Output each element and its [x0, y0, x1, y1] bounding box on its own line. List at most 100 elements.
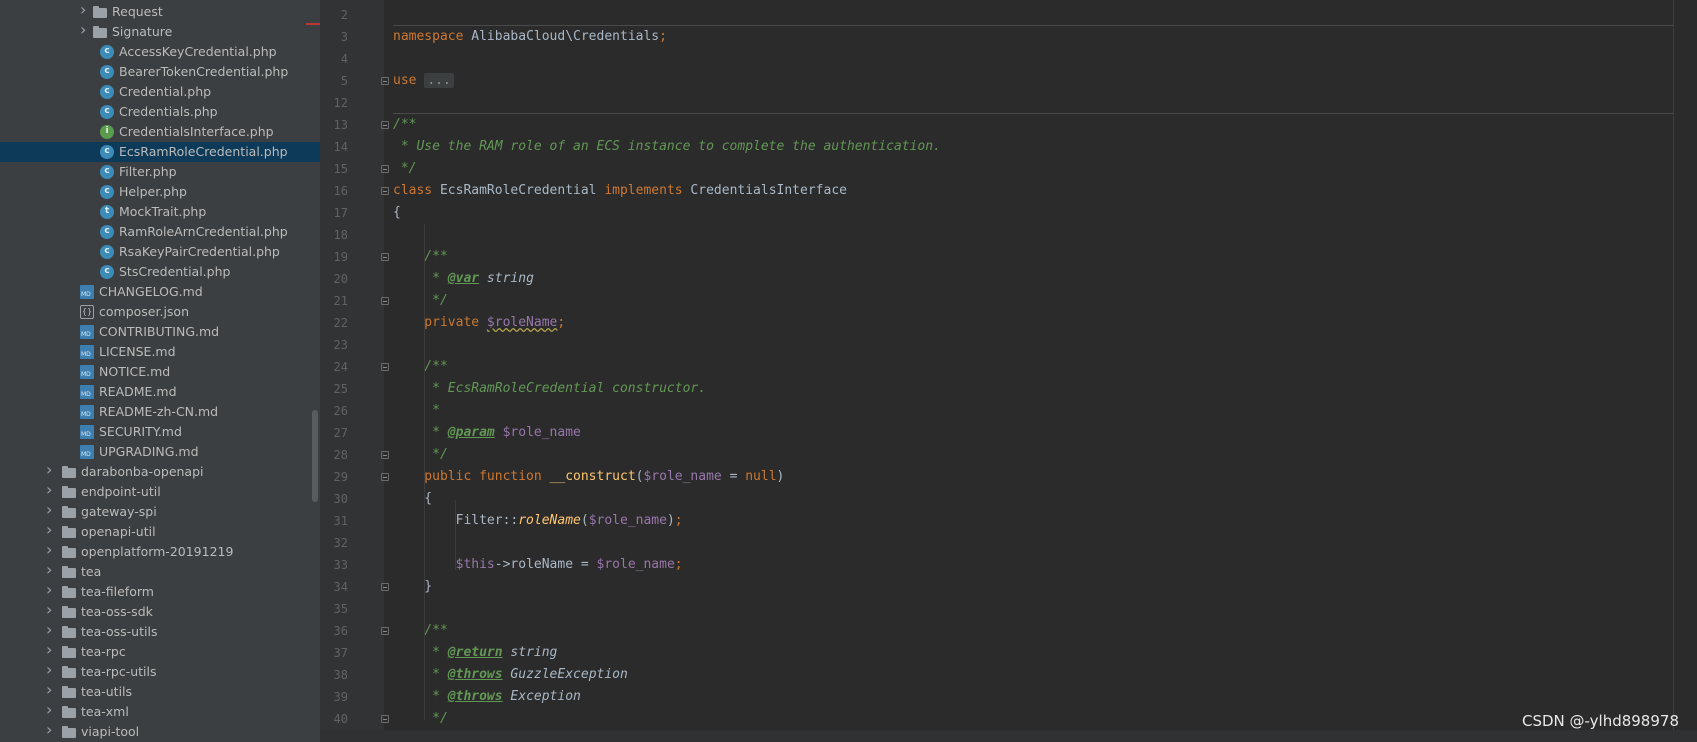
line-number: 20	[333, 272, 348, 286]
code-line[interactable]: * EcsRamRoleCredential constructor.	[393, 378, 706, 400]
tree-item[interactable]: c Credentials.php	[0, 102, 320, 122]
fold-toggle-icon[interactable]	[381, 715, 389, 723]
code-line[interactable]: */	[393, 290, 448, 312]
chevron-right-icon[interactable]: ›	[46, 462, 56, 478]
chevron-right-icon[interactable]: ›	[46, 522, 56, 538]
code-line[interactable]: *	[393, 400, 440, 422]
tree-item[interactable]: › endpoint-util	[0, 482, 320, 502]
horizontal-scrollbar[interactable]	[320, 730, 1697, 742]
tree-item[interactable]: › gateway-spi	[0, 502, 320, 522]
code-line[interactable]: private $roleName;	[393, 312, 565, 334]
tree-item[interactable]: › viapi-tool	[0, 722, 320, 742]
tree-item[interactable]: c Helper.php	[0, 182, 320, 202]
code-line[interactable]: * @var string	[393, 268, 534, 290]
fold-toggle-icon[interactable]	[381, 253, 389, 261]
folder-icon	[62, 625, 76, 639]
chevron-right-icon[interactable]: ›	[46, 602, 56, 618]
chevron-right-icon[interactable]: ›	[46, 542, 56, 558]
chevron-right-icon[interactable]: ›	[46, 502, 56, 518]
code-line[interactable]: }	[393, 576, 432, 598]
code-line[interactable]: use ...	[393, 70, 454, 92]
tree-item[interactable]: UPGRADING.md	[0, 442, 320, 462]
chevron-right-icon[interactable]: ›	[46, 642, 56, 658]
tree-item[interactable]: › openapi-util	[0, 522, 320, 542]
tree-item[interactable]: c Filter.php	[0, 162, 320, 182]
code-line[interactable]: */	[393, 444, 448, 466]
fold-toggle-icon[interactable]	[381, 363, 389, 371]
tree-item[interactable]: README-zh-CN.md	[0, 402, 320, 422]
tree-item[interactable]: t MockTrait.php	[0, 202, 320, 222]
code-line[interactable]: public function __construct($role_name =…	[393, 466, 784, 488]
tree-item[interactable]: c EcsRamRoleCredential.php	[0, 142, 320, 162]
project-tree-scrollbar[interactable]	[312, 410, 318, 502]
fold-toggle-icon[interactable]	[381, 165, 389, 173]
tree-item[interactable]: › openplatform-20191219	[0, 542, 320, 562]
fold-toggle-icon[interactable]	[381, 583, 389, 591]
tree-item[interactable]: › darabonba-openapi	[0, 462, 320, 482]
code-line[interactable]: /**	[393, 356, 448, 378]
code-token: @var	[447, 271, 480, 286]
fold-toggle-icon[interactable]	[381, 121, 389, 129]
chevron-right-icon[interactable]: ›	[46, 622, 56, 638]
php-class-icon: c	[100, 145, 114, 159]
tree-item[interactable]: c RsaKeyPairCredential.php	[0, 242, 320, 262]
tree-item[interactable]: c StsCredential.php	[0, 262, 320, 282]
tree-item[interactable]: › tea-fileform	[0, 582, 320, 602]
tree-item[interactable]: c AccessKeyCredential.php	[0, 42, 320, 62]
tree-item[interactable]: c BearerTokenCredential.php	[0, 62, 320, 82]
tree-item[interactable]: › tea	[0, 562, 320, 582]
fold-toggle-icon[interactable]	[381, 187, 389, 195]
chevron-right-icon[interactable]: ›	[46, 582, 56, 598]
code-line[interactable]: class EcsRamRoleCredential implements Cr…	[393, 180, 847, 202]
chevron-right-icon[interactable]: ›	[46, 562, 56, 578]
tree-item[interactable]: › tea-oss-utils	[0, 622, 320, 642]
tree-item[interactable]: i CredentialsInterface.php	[0, 122, 320, 142]
fold-toggle-icon[interactable]	[381, 77, 389, 85]
code-line[interactable]: /**	[393, 246, 448, 268]
code-line[interactable]: /**	[393, 620, 448, 642]
tree-item[interactable]: SECURITY.md	[0, 422, 320, 442]
tree-item[interactable]: NOTICE.md	[0, 362, 320, 382]
code-editor[interactable]: 2 3 4 5 12 13 14 15 16 17 18 19 20 21 22 23 24 25 26 27 28 29…	[320, 0, 1697, 742]
tree-item[interactable]: CONTRIBUTING.md	[0, 322, 320, 342]
code-line[interactable]: */	[393, 708, 448, 730]
tree-item[interactable]: {} composer.json	[0, 302, 320, 322]
code-line[interactable]: * Use the RAM role of an ECS instance to…	[393, 136, 941, 158]
code-line[interactable]: $this->roleName = $role_name;	[393, 554, 683, 576]
fold-toggle-icon[interactable]	[381, 297, 389, 305]
folder-icon	[62, 565, 76, 579]
chevron-right-icon[interactable]: ›	[46, 722, 56, 738]
fold-toggle-icon[interactable]	[381, 451, 389, 459]
chevron-right-icon[interactable]: ›	[46, 682, 56, 698]
code-line[interactable]: */	[393, 158, 417, 180]
tree-item[interactable]: › tea-utils	[0, 682, 320, 702]
tree-item[interactable]: LICENSE.md	[0, 342, 320, 362]
code-line[interactable]: namespace AlibabaCloud\Credentials;	[393, 26, 667, 48]
code-line[interactable]: * @throws Exception	[393, 686, 581, 708]
tree-item[interactable]: › Request	[0, 2, 320, 22]
code-token: * EcsRamRoleCredential constructor.	[393, 381, 707, 396]
tree-item[interactable]: › tea-rpc	[0, 642, 320, 662]
tree-item[interactable]: › tea-oss-sdk	[0, 602, 320, 622]
fold-toggle-icon[interactable]	[381, 473, 389, 481]
tree-item[interactable]: c Credential.php	[0, 82, 320, 102]
tree-item[interactable]: README.md	[0, 382, 320, 402]
code-line[interactable]: * @return string	[393, 642, 557, 664]
code-line[interactable]: {	[393, 202, 401, 224]
chevron-right-icon[interactable]: ›	[46, 482, 56, 498]
chevron-right-icon[interactable]: ›	[46, 662, 56, 678]
chevron-right-icon[interactable]: ›	[80, 2, 90, 18]
tree-item[interactable]: c RamRoleArnCredential.php	[0, 222, 320, 242]
code-line[interactable]: {	[393, 488, 432, 510]
chevron-right-icon[interactable]: ›	[80, 22, 90, 38]
tree-item[interactable]: CHANGELOG.md	[0, 282, 320, 302]
code-line[interactable]: Filter::roleName($role_name);	[393, 510, 683, 532]
tree-item[interactable]: › Signature	[0, 22, 320, 42]
tree-item[interactable]: › tea-xml	[0, 702, 320, 722]
code-line[interactable]: * @param $role_name	[393, 422, 581, 444]
code-line[interactable]: * @throws GuzzleException	[393, 664, 628, 686]
tree-item[interactable]: › tea-rpc-utils	[0, 662, 320, 682]
fold-toggle-icon[interactable]	[381, 627, 389, 635]
code-line[interactable]: /**	[393, 114, 416, 136]
chevron-right-icon[interactable]: ›	[46, 702, 56, 718]
